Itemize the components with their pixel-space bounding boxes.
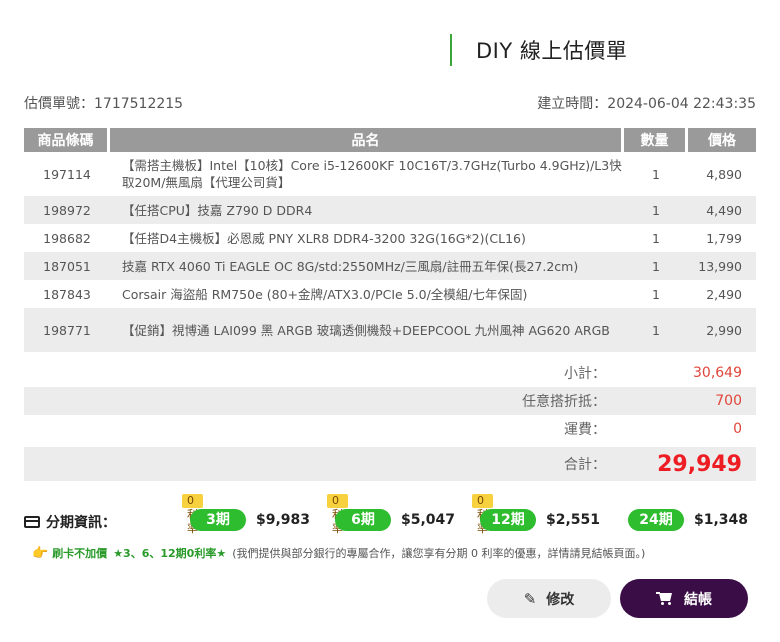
item-qty: 1 [652,230,660,246]
table-header-row: 商品條碼 品名 數量 價格 [24,128,756,152]
item-name: 【促銷】視博通 LAI099 黑 ARGB 玻璃透側機殼+DEEPCOOL 九州… [110,308,624,352]
installment-price: $9,983 [256,512,311,528]
item-price: 4,890 [706,166,742,182]
table-row: 198972 【任搭CPU】技嘉 Z790 D DDR4 1 4,490 [24,196,756,224]
item-code: 198771 [24,308,110,352]
promo-zero-interest: ★3、6、12期0利率★ [113,547,227,560]
item-name: 【任搭D4主機板】必恩威 PNY XLR8 DDR4-3200 32G(16G*… [122,230,526,246]
column-header-code: 商品條碼 [24,128,110,152]
items-table: 商品條碼 品名 數量 價格 197114 【需搭主機板】Intel【10核】Co… [24,128,756,352]
shipping-value: 0 [733,421,742,437]
quote-number: 估價單號：1717512215 [24,96,184,112]
item-code: 187051 [24,252,110,280]
item-name: 【任搭CPU】技嘉 Z790 D DDR4 [110,196,624,224]
installment-label-wrap: 分期資訊： [24,512,116,532]
installment-term-pill: 12期 [480,509,536,531]
item-price: 1,799 [706,230,742,246]
subtotal-value: 30,649 [693,365,742,381]
item-qty: 1 [652,166,660,182]
item-price: 4,490 [688,196,756,224]
zero-interest-tag: 0利率 [327,494,348,535]
promo-no-surcharge: 刷卡不加價 [52,547,108,560]
total-value: 29,949 [657,451,742,477]
table-row: 198682 【任搭D4主機板】必恩威 PNY XLR8 DDR4-3200 3… [24,224,756,252]
pointing-hand-icon: 👉 [32,545,49,561]
discount-value: 700 [715,393,742,409]
promo-detail: (我們提供與部分銀行的專屬合作，讓您享有分期 0 利率的優惠，詳情請見結帳頁面。… [232,547,646,560]
item-qty: 1 [624,252,688,280]
checkout-button[interactable]: 結帳 [620,579,748,618]
zero-interest-tag: 0利率 [182,494,203,535]
installment-price: $2,551 [546,512,601,528]
installment-info: 分期資訊： 0利率 3期 $9,983 0利率 6期 $5,047 0利率 12… [24,494,756,535]
item-code: 197114 [43,166,91,182]
zero-interest-tag: 0利率 [472,494,493,535]
total-row: 合計： 29,949 [24,447,756,481]
price-summary: 小計： 30,649 任意搭折抵： 700 運費： 0 合計： 29,949 [24,359,756,481]
item-price: 2,990 [688,308,756,352]
total-label: 合計： [564,457,606,473]
shipping-label: 運費： [564,422,606,438]
installment-term-pill: 3期 [190,509,246,531]
item-name: 技嘉 RTX 4060 Ti EAGLE OC 8G/std:2550MHz/三… [110,252,624,280]
item-price: 13,990 [688,252,756,280]
subtotal-label: 小計： [564,366,606,382]
item-code: 198972 [24,196,110,224]
promo-note: 👉 刷卡不加價 ★3、6、12期0利率★ (我們提供與部分銀行的專屬合作，讓您享… [32,545,645,561]
discount-label: 任意搭折抵： [522,394,606,410]
item-code: 187843 [43,286,91,302]
installment-price: $5,047 [401,512,456,528]
page-title: DIY 線上估價單 [476,39,628,63]
checkout-button-label: 結帳 [684,591,712,608]
table-row: 187051 技嘉 RTX 4060 Ti EAGLE OC 8G/std:25… [24,252,756,280]
item-name: Corsair 海盜船 RM750e (80+金牌/ATX3.0/PCIe 5.… [122,286,528,302]
item-qty: 1 [652,286,660,302]
edit-button-label: 修改 [546,591,575,608]
title-accent-bar [450,34,452,66]
edit-button[interactable]: ✎ 修改 [487,579,611,618]
installment-label: 分期資訊： [46,515,116,531]
column-header-price: 價格 [688,128,756,152]
cart-icon [656,592,672,605]
installment-term-pill: 24期 [628,509,684,531]
discount-row: 任意搭折抵： 700 [24,387,756,415]
column-header-name: 品名 [110,128,624,152]
created-time: 建立時間：2024-06-04 22:43:35 [537,96,756,112]
subtotal-row: 小計： 30,649 [24,359,756,387]
table-row: 187843 Corsair 海盜船 RM750e (80+金牌/ATX3.0/… [24,280,756,308]
table-row: 197114 【需搭主機板】Intel【10核】Core i5-12600KF … [24,152,756,196]
item-code: 198682 [43,230,91,246]
item-name: 【需搭主機板】Intel【10核】Core i5-12600KF 10C16T/… [122,158,622,190]
installment-term-pill: 6期 [335,509,391,531]
table-row: 198771 【促銷】視博通 LAI099 黑 ARGB 玻璃透側機殼+DEEP… [24,308,756,352]
page-header: DIY 線上估價單 [450,34,627,66]
shipping-row: 運費： 0 [24,415,756,443]
item-qty: 1 [624,308,688,352]
item-price: 2,490 [706,286,742,302]
pencil-icon: ✎ [523,589,537,608]
credit-card-icon [24,516,40,528]
column-header-qty: 數量 [624,128,688,152]
installment-price: $1,348 [694,512,749,528]
item-qty: 1 [624,196,688,224]
